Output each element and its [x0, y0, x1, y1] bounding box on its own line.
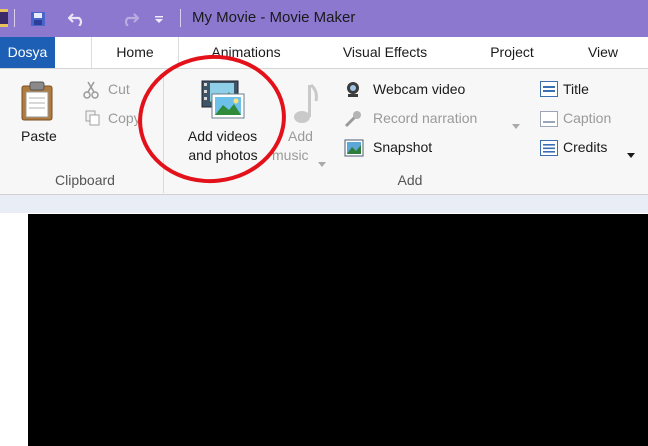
ribbon-tab-row: Dosya Home Animations Visual Effects Pro… [0, 37, 648, 68]
tab-home[interactable]: Home [91, 37, 179, 68]
add-music-label-line2[interactable]: music [272, 147, 309, 163]
add-music-dropdown-icon[interactable] [318, 155, 326, 170]
credits-icon[interactable] [540, 140, 558, 159]
record-narration-button[interactable]: Record narration [373, 110, 477, 126]
undo-icon[interactable] [64, 0, 90, 37]
caption-button[interactable]: Caption [563, 110, 611, 126]
movie-maker-app-icon[interactable] [0, 9, 8, 27]
webcam-icon[interactable] [344, 81, 362, 102]
cut-icon[interactable] [83, 81, 99, 102]
add-music-label-line1[interactable]: Add [288, 128, 313, 144]
redo-icon[interactable] [118, 0, 142, 37]
snapshot-button[interactable]: Snapshot [373, 139, 432, 155]
record-narration-dropdown-icon[interactable] [512, 117, 520, 132]
music-note-icon[interactable] [292, 81, 320, 128]
credits-dropdown-icon[interactable] [627, 146, 635, 161]
video-preview-monitor[interactable] [28, 214, 648, 446]
microphone-icon[interactable] [344, 110, 362, 131]
title-button[interactable]: Title [563, 81, 589, 97]
clipboard-group-label: Clipboard [55, 172, 115, 188]
cut-button[interactable]: Cut [108, 81, 130, 97]
tab-visual-effects[interactable]: Visual Effects [326, 37, 444, 68]
webcam-video-button[interactable]: Webcam video [373, 81, 465, 97]
paste-icon[interactable] [20, 81, 54, 124]
add-group-label: Add [397, 172, 423, 188]
caption-icon[interactable] [540, 111, 558, 130]
tab-project[interactable]: Project [474, 37, 550, 68]
title-bar: My Movie - Movie Maker [0, 0, 648, 37]
credits-button[interactable]: Credits [563, 139, 607, 155]
ribbon-home: Paste Cut Copy Clipboard Add videos and … [0, 68, 648, 195]
copy-button[interactable]: Copy [108, 110, 141, 126]
title-icon[interactable] [540, 81, 558, 100]
paste-button[interactable]: Paste [21, 128, 57, 144]
quick-access-separator [14, 9, 15, 27]
workspace-top-band [0, 195, 648, 213]
snapshot-icon[interactable] [344, 139, 364, 160]
save-icon[interactable] [28, 0, 48, 37]
customize-quick-access-icon[interactable] [150, 0, 168, 37]
tab-dosya[interactable]: Dosya [0, 37, 55, 68]
copy-icon[interactable] [85, 110, 101, 129]
title-separator [180, 9, 181, 27]
window-title: My Movie - Movie Maker [192, 9, 356, 26]
tab-view[interactable]: View [572, 37, 634, 68]
